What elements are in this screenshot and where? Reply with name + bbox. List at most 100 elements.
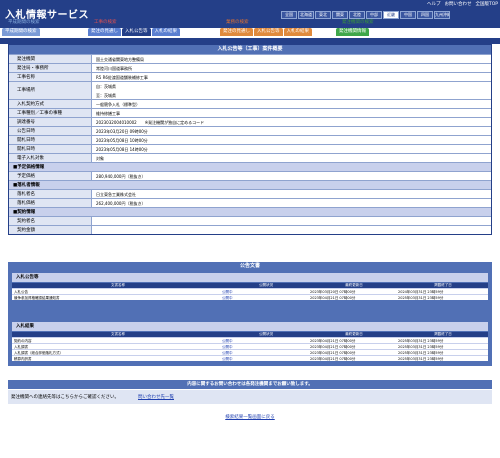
nav-tabs: 平成期間の検索 — [2, 28, 40, 37]
back-to-results-link[interactable]: 検索結果一覧画面に戻る — [225, 415, 275, 420]
detail-row: 契約者名 — [9, 216, 491, 225]
nav-group-title: 業務の検索 — [226, 20, 249, 25]
detail-label: 予定価格 — [9, 172, 91, 180]
region-tab[interactable]: 九州沖縄 — [434, 11, 450, 19]
doc-status-link[interactable]: 公開中 — [222, 344, 310, 349]
region-tab[interactable]: 北陸 — [349, 11, 365, 19]
detail-value: 280,940,000円（税抜き） — [91, 172, 491, 180]
doc-cell: 入札調書 — [14, 345, 28, 349]
doc-row: 入札調書（総合評価落札方式） 公開中 2023年04月21日 07時00分 2025年… — [12, 349, 488, 355]
nav-tab[interactable]: 入札の結果 — [151, 28, 180, 36]
nav-group-title: 平成期間の検索 — [8, 20, 40, 25]
doc-cell: 2023年04月21日 07時00分 — [310, 345, 356, 349]
region-tab[interactable]: 東北 — [315, 11, 331, 19]
nav-group: 平成期間の検索 平成期間の検索 — [2, 20, 40, 38]
doc-cell: 積算内訳書 — [14, 357, 32, 361]
detail-row: 発注機関 国土交通省関東地方整備局 — [9, 54, 491, 63]
region-tab[interactable]: 中部 — [366, 11, 382, 19]
region-tab[interactable]: 関東 — [332, 11, 348, 19]
doc-col-header: 掲載終了日 — [434, 283, 452, 287]
detail-row: 入札契約方式 一般競争入札（標準型） — [9, 99, 491, 108]
nav-tabs: 発注機関情報 — [336, 28, 369, 37]
doc-cell: 入札公告 — [14, 290, 28, 294]
detail-label: 公告日時 — [9, 127, 91, 135]
nav-tabs: 発注の見通し 入札公告等 入札の結果 — [88, 28, 180, 37]
detail-value: R5 R6佐渡国道舗装補修工事 — [91, 73, 491, 81]
detail-value: 2023032004010002 ※発注機関が独自に定めるコード — [91, 118, 491, 126]
detail-label: 工事場所 — [9, 82, 91, 99]
doc-status-link[interactable]: 公開中 — [222, 295, 310, 300]
detail-row: 開札日時 2023年05月08日 10時00分 — [9, 135, 491, 144]
doc-row: 入札調書 公開中 2023年04月21日 07時00分 2025年03月31日 23時… — [12, 343, 488, 349]
doc-cell: 2023年04月21日 07時00分 — [310, 296, 356, 300]
doc-cell: 競争参加資格確認結果通知書 — [14, 296, 60, 300]
detail-row: 工事種別／工事の事種 維持修繕工事 — [9, 108, 491, 117]
detail-value-text: 日立東急工業株式会社 — [96, 192, 136, 197]
region-tab[interactable]: 四国 — [417, 11, 433, 19]
detail-row: 契約金額 — [9, 225, 491, 234]
doc-cell: 2025年03月31日 23時59分 — [398, 296, 444, 300]
nav-group-title: 発注機関の検索 — [342, 20, 374, 25]
nav-tab[interactable]: 入札公告等 — [122, 28, 151, 36]
doc-section-title: 入札公告等 — [12, 273, 488, 282]
region-tab[interactable]: 近畿 — [383, 11, 399, 19]
app-header: 入札情報サービス ヘルプ お問い合わせ 全国版TOP 全国 北海道 東北 関東 北陸 中部 近畿… — [0, 0, 500, 28]
doc-status-link[interactable]: 公開中 — [222, 350, 310, 355]
detail-value-text: 国土交通省関東地方整備局 — [96, 57, 144, 62]
detail-value: 2023年05月08日 10時00分 — [91, 136, 491, 144]
top-link[interactable]: ヘルプ — [427, 1, 441, 7]
nav-tab[interactable]: 入札の結果 — [283, 28, 312, 36]
doc-cell: 2025年03月31日 23時59分 — [398, 357, 444, 361]
detail-label: 工事種別／工事の事種 — [9, 109, 91, 117]
detail-value-text: 262,400,000円（税抜き） — [96, 201, 146, 206]
nav-tab[interactable]: 発注の見通し — [88, 28, 121, 36]
detail-value: 対象 — [91, 154, 491, 162]
region-tab[interactable]: 北海道 — [298, 11, 314, 19]
case-summary-body: 発注機関 国土交通省関東地方整備局 発注局・事務所 常陸河川国道事務所 工事名称 R5 R… — [9, 54, 491, 234]
nav-tab[interactable]: 発注機関情報 — [336, 28, 369, 36]
doc-row: 積算内訳書 公開中 2023年04月21日 07時00分 2025年03月31日 23… — [12, 355, 488, 361]
detail-value-text: R5 R6佐渡国道舗装補修工事 — [96, 75, 148, 80]
doc-status-link[interactable]: 公開中 — [222, 356, 310, 361]
doc-status-link[interactable]: 公開中 — [222, 289, 310, 294]
detail-section-title: ■落札者情報 — [9, 180, 491, 189]
detail-value-text: 280,940,000円（税抜き） — [96, 174, 146, 179]
detail-row: 調達番号 2023032004010002 ※発注機関が独自に定めるコード — [9, 117, 491, 126]
detail-value-text: 維持修繕工事 — [96, 111, 120, 116]
doc-cell: 2025年03月31日 23時59分 — [398, 339, 444, 343]
doc-table: 文書名称 公開状況 最終更新日 掲載終了日 契約の内容 公開中 2023年04月21日 07… — [12, 332, 488, 361]
detail-label: 発注機関 — [9, 55, 91, 63]
region-tab[interactable]: 全国 — [281, 11, 297, 19]
doc-cell: 2023年04月21日 07時00分 — [310, 339, 356, 343]
detail-label: 落札者名 — [9, 190, 91, 198]
doc-table-header: 文書名称 公開状況 最終更新日 掲載終了日 — [12, 332, 488, 337]
detail-label: 工事名称 — [9, 73, 91, 81]
nav-tab[interactable]: 入札公告等 — [254, 28, 283, 36]
contact-note: 発注機関への連絡先等はこちらからご確認ください。 — [11, 395, 119, 400]
detail-value-text: 一般競争入札（標準型） — [96, 102, 140, 107]
detail-value: 262,400,000円（税抜き） — [91, 199, 491, 207]
back-to-results-wrap: 検索結果一覧画面に戻る — [0, 414, 500, 420]
detail-row: 開札日時 2023年05月08日 14時00分 — [9, 144, 491, 153]
top-link[interactable]: 全国版TOP — [475, 1, 498, 7]
detail-row: 公告日時 2023年03月20日 09時00分 — [9, 126, 491, 135]
top-links: ヘルプ お問い合わせ 全国版TOP — [427, 1, 498, 7]
doc-cell: 2024年03月31日 23時59分 — [398, 290, 444, 294]
detail-value: 2023年05月08日 14時00分 — [91, 145, 491, 153]
doc-cell: 2025年03月31日 23時59分 — [398, 351, 444, 355]
region-tab[interactable]: 中国 — [400, 11, 416, 19]
doc-col-header: 最終更新日 — [345, 283, 363, 287]
nav-tab[interactable]: 平成期間の検索 — [2, 28, 40, 36]
doc-col-header: 最終更新日 — [345, 332, 363, 336]
contact-list-link[interactable]: 問い合わせ先一覧 — [138, 394, 174, 400]
doc-status-link[interactable]: 公開中 — [222, 338, 310, 343]
doc-cell: 2023年04月21日 07時00分 — [310, 351, 356, 355]
detail-label: 開札日時 — [9, 136, 91, 144]
detail-value-text: 2023年05月08日 10時00分 — [96, 138, 148, 143]
doc-cell: 2023年04月21日 07時00分 — [310, 357, 356, 361]
detail-row: 工事場所 自：茨城県 至：茨城県 — [9, 81, 491, 99]
nav-tab[interactable]: 発注の見通し — [220, 28, 253, 36]
detail-row: 工事名称 R5 R6佐渡国道舗装補修工事 — [9, 72, 491, 81]
top-link[interactable]: お問い合わせ — [444, 1, 471, 7]
detail-value-text: 至：茨城県 — [96, 93, 116, 98]
